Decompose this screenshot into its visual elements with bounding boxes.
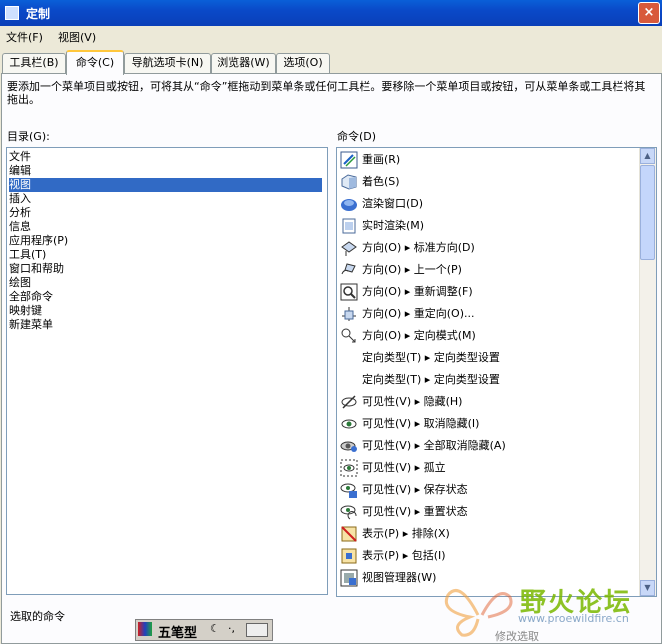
reorient-icon	[342, 307, 356, 321]
list-item[interactable]: 窗口和帮助	[9, 262, 64, 276]
menu-view[interactable]: 视图(V)	[58, 29, 96, 45]
list-item[interactable]: 信息	[9, 220, 31, 234]
scroll-thumb[interactable]	[640, 165, 655, 260]
commands-scrollbar[interactable]: ▲ ▼	[639, 148, 656, 596]
tab-strip: 工具栏(B) 命令(C) 导航选项卡(N) 浏览器(W) 选项(O)	[0, 50, 662, 75]
list-item[interactable]: 插入	[9, 192, 31, 206]
list-item[interactable]: 新建菜单	[9, 318, 53, 332]
hide-icon	[341, 395, 357, 409]
moon-icon[interactable]: ☾	[210, 622, 220, 635]
selected-command-label: 选取的命令	[10, 610, 65, 623]
list-item[interactable]: 全部命令	[9, 290, 53, 304]
view-manager-icon	[340, 569, 358, 587]
unhide-icon	[341, 419, 357, 429]
window-title: 定制	[26, 7, 51, 21]
ime-toolbar[interactable]: 五笔型 ☾ ·,	[135, 619, 273, 641]
list-item-selected[interactable]: 视图	[9, 178, 322, 192]
commands-list[interactable]: 重画(R) 着色(S) 渲染窗口(D) 实时渲染(M) 方向(O) ▸ 标准方向…	[336, 147, 657, 597]
tab-commands[interactable]: 命令(C)	[66, 50, 124, 75]
previous-orient-icon	[341, 263, 356, 275]
scroll-up-button[interactable]: ▲	[640, 148, 655, 164]
tab-navigator[interactable]: 导航选项卡(N)	[124, 53, 211, 73]
refit-icon	[340, 283, 358, 301]
instructions-text: 要添加一个菜单项目或按钮，可将其从“命令”框拖动到菜单条或任何工具栏。要移除一个…	[7, 80, 646, 106]
tab-browser[interactable]: 浏览器(W)	[211, 53, 276, 73]
menu-bar: 文件(F) 视图(V)	[0, 26, 662, 46]
keyboard-icon[interactable]	[246, 623, 268, 637]
watermark-url: www.proewildfire.cn	[518, 612, 629, 625]
tab-options[interactable]: 选项(O)	[276, 53, 330, 73]
ime-mode[interactable]: 五笔型	[158, 622, 197, 641]
list-item[interactable]: 映射键	[9, 304, 42, 318]
include-icon	[341, 548, 357, 564]
butterfly-icon	[444, 589, 513, 637]
tab-toolbars[interactable]: 工具栏(B)	[2, 53, 66, 73]
unhide-all-icon	[340, 441, 357, 452]
ime-logo-icon	[138, 622, 152, 636]
categories-list[interactable]: 文件 编辑 视图 插入 分析 信息 应用程序(P) 工具(T) 窗口和帮助 绘图…	[6, 147, 328, 595]
realtime-render-icon	[342, 218, 356, 234]
isolate-icon	[340, 459, 358, 477]
list-item[interactable]: 编辑	[9, 164, 31, 178]
reset-state-icon	[340, 505, 357, 520]
commands-label: 命令(D)	[337, 130, 377, 143]
list-item[interactable]: 分析	[9, 206, 31, 220]
list-item[interactable]: 绘图	[9, 276, 31, 290]
standard-orient-icon	[341, 241, 357, 256]
list-item[interactable]: 文件	[9, 150, 31, 164]
categories-label: 目录(G):	[7, 130, 50, 143]
repaint-icon	[340, 151, 358, 169]
title-bar: 定制 ×	[0, 0, 662, 26]
list-item[interactable]: 应用程序(P)	[9, 234, 68, 248]
render-window-icon	[341, 199, 357, 211]
orient-mode-icon	[341, 328, 356, 343]
save-state-icon	[340, 483, 357, 498]
app-icon	[5, 6, 19, 20]
punctuation-icon[interactable]: ·,	[228, 622, 235, 635]
close-button[interactable]: ×	[638, 2, 660, 24]
list-item[interactable]: 工具(T)	[9, 248, 46, 262]
shade-icon	[341, 174, 357, 190]
exclude-icon	[341, 526, 357, 542]
menu-file[interactable]: 文件(F)	[6, 29, 43, 45]
